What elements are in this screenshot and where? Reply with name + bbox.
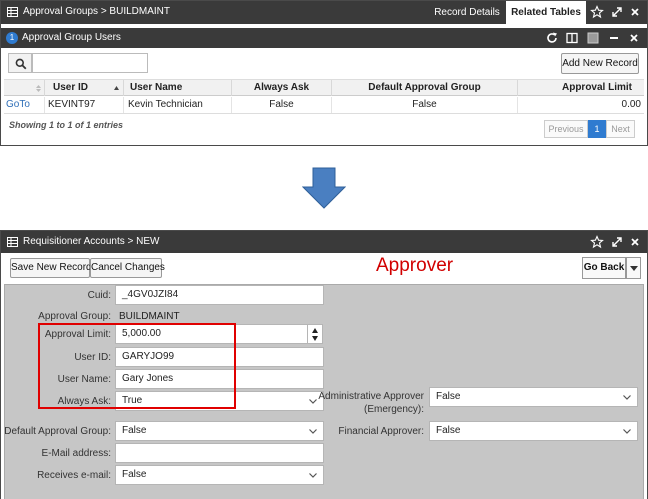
- financial-approver-select[interactable]: False: [429, 421, 638, 441]
- stepper-up-icon[interactable]: [312, 328, 318, 333]
- table-row: GoTo KEVINT97 Kevin Technician False Fal…: [4, 97, 644, 114]
- approver-annotation: Approver: [376, 255, 454, 276]
- cuid-label: Cuid:: [87, 290, 111, 301]
- financial-approver-label: Financial Approver:: [338, 426, 424, 437]
- pagination-next[interactable]: Next: [606, 120, 635, 138]
- section-title: Approval Group Users: [22, 32, 121, 43]
- admin-approver-label-line2: (Emergency):: [363, 404, 424, 415]
- minimize-icon[interactable]: [607, 31, 621, 45]
- close-icon[interactable]: [627, 31, 641, 45]
- goto-link[interactable]: GoTo: [6, 97, 44, 113]
- square-icon[interactable]: [586, 31, 600, 45]
- search-input[interactable]: [32, 53, 148, 73]
- search-icon: [15, 58, 27, 70]
- down-arrow-icon: [302, 167, 346, 209]
- requisitioner-accounts-panel: Requisitioner Accounts > NEW Save New Re…: [0, 230, 648, 499]
- cancel-changes-button[interactable]: Cancel Changes: [90, 258, 165, 278]
- email-field[interactable]: [115, 443, 324, 463]
- email-label: E-Mail address:: [41, 448, 111, 459]
- go-back-button[interactable]: Go Back: [582, 257, 626, 279]
- tab-related-tables[interactable]: Related Tables: [506, 1, 586, 25]
- panel-title: Requisitioner Accounts > NEW: [23, 236, 160, 247]
- column-header-default-approval-group[interactable]: Default Approval Group: [331, 80, 517, 96]
- chevron-down-icon: [630, 266, 638, 271]
- section-header: 1 Approval Group Users: [1, 28, 647, 48]
- star-icon[interactable]: [590, 5, 604, 19]
- column-header-user-id[interactable]: User ID: [44, 80, 123, 96]
- stepper-down-icon[interactable]: [312, 336, 318, 341]
- pagination-previous[interactable]: Previous: [544, 120, 588, 138]
- receives-email-value: False: [122, 469, 147, 480]
- highlight-annotation-box: [38, 323, 236, 409]
- default-approval-group-label: Default Approval Group:: [4, 426, 111, 437]
- approval-group-value: BUILDMAINT: [119, 311, 180, 322]
- approval-limit-stepper[interactable]: [307, 324, 323, 344]
- table-header: User ID User Name Always Ask Default App…: [4, 79, 644, 96]
- tab-record-details[interactable]: Record Details: [428, 1, 506, 24]
- column-header-always-ask[interactable]: Always Ask: [231, 80, 331, 96]
- default-approval-group-select[interactable]: False: [115, 421, 324, 441]
- entries-info: Showing 1 to 1 of 1 entries: [9, 120, 124, 130]
- panel-title: Approval Groups > BUILDMAINT: [23, 6, 170, 17]
- expand-icon[interactable]: [610, 5, 624, 19]
- chevron-down-icon: [309, 429, 317, 434]
- column-header-approval-limit[interactable]: Approval Limit: [517, 80, 644, 96]
- search-button[interactable]: [8, 53, 32, 73]
- admin-approver-select[interactable]: False: [429, 387, 638, 407]
- add-new-record-button[interactable]: Add New Record: [561, 53, 639, 74]
- receives-email-label: Receives e-mail:: [37, 470, 111, 481]
- admin-approver-label: Administrative Approver: [318, 391, 424, 402]
- chevron-down-icon: [309, 473, 317, 478]
- panel-titlebar: Approval Groups > BUILDMAINT Record Deta…: [1, 1, 647, 25]
- cell-approval-limit: 0.00: [517, 97, 644, 113]
- close-icon[interactable]: [628, 235, 642, 249]
- go-back-dropdown[interactable]: [626, 257, 641, 279]
- chevron-down-icon: [309, 399, 317, 404]
- approval-groups-panel: Approval Groups > BUILDMAINT Record Deta…: [0, 0, 648, 146]
- pagination-page-1[interactable]: 1: [588, 120, 606, 138]
- refresh-icon[interactable]: [545, 31, 559, 45]
- approval-group-label: Approval Group:: [38, 311, 111, 322]
- grid-icon: [7, 237, 18, 247]
- columns-icon[interactable]: [565, 31, 579, 45]
- chevron-down-icon: [623, 395, 631, 400]
- column-header-user-name[interactable]: User Name: [123, 80, 231, 96]
- expand-icon[interactable]: [610, 235, 624, 249]
- cell-user-id: KEVINT97: [44, 97, 123, 113]
- count-badge: 1: [6, 32, 18, 44]
- save-new-record-button[interactable]: Save New Record: [10, 258, 92, 278]
- sort-icon[interactable]: [36, 85, 41, 92]
- cell-default-approval-group: False: [331, 97, 517, 113]
- sort-asc-icon[interactable]: [114, 85, 119, 92]
- admin-approver-value: False: [436, 391, 461, 402]
- panel-titlebar: Requisitioner Accounts > NEW: [1, 231, 647, 253]
- receives-email-select[interactable]: False: [115, 465, 324, 485]
- chevron-down-icon: [623, 429, 631, 434]
- star-icon[interactable]: [590, 235, 604, 249]
- grid-icon: [7, 7, 18, 17]
- cell-user-name: Kevin Technician: [123, 97, 231, 113]
- cuid-field[interactable]: _4GV0JZI84: [115, 285, 324, 305]
- financial-approver-value: False: [436, 425, 461, 436]
- default-approval-group-value: False: [122, 425, 147, 436]
- close-icon[interactable]: [628, 5, 642, 19]
- cell-always-ask: False: [231, 97, 331, 113]
